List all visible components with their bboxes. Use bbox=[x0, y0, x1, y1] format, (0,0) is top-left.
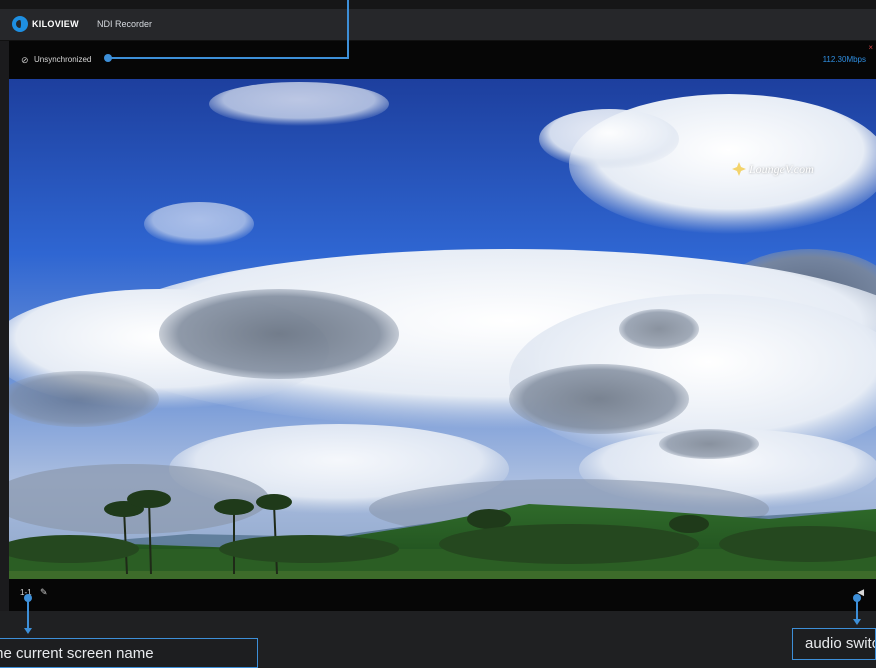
video-preview[interactable]: LoungeV.com bbox=[9, 79, 876, 579]
status-bar: ⊘ Unsynchronized 112.30Mbps × bbox=[9, 41, 876, 79]
sync-status-icon: ⊘ bbox=[21, 55, 29, 65]
arrow-down-icon bbox=[24, 628, 32, 634]
top-strip bbox=[0, 0, 876, 9]
kiloview-logo: KILOVIEW bbox=[12, 15, 79, 33]
callout-line-screen bbox=[27, 598, 29, 628]
callout-screen-name: Edit the current screen name bbox=[0, 638, 258, 668]
edit-icon[interactable]: ✎ bbox=[40, 587, 48, 598]
callout-audio-text: audio switch bbox=[805, 635, 875, 652]
brand-name: KILOVIEW bbox=[32, 19, 79, 29]
callout-audio-switch: audio switch bbox=[792, 628, 876, 660]
kiloview-logo-icon bbox=[12, 16, 28, 32]
callout-line-sync-v bbox=[347, 0, 349, 59]
title-bar: KILOVIEW NDI Recorder bbox=[0, 0, 876, 41]
callout-line-sync-h bbox=[108, 57, 349, 59]
app-title: NDI Recorder bbox=[97, 19, 153, 29]
watermark-text: LoungeV.com bbox=[749, 162, 814, 176]
callout-line-audio bbox=[856, 598, 858, 619]
bitrate-readout: 112.30Mbps bbox=[822, 55, 866, 64]
callout-screen-name-text: Edit the current screen name bbox=[0, 645, 154, 662]
video-viewer: ⊘ Unsynchronized 112.30Mbps × LoungeV.co… bbox=[9, 41, 876, 611]
close-icon[interactable]: × bbox=[868, 43, 873, 52]
arrow-down-icon bbox=[853, 619, 861, 625]
sync-status-text: Unsynchronized bbox=[34, 55, 92, 64]
control-bar: 1-1 ✎ ◀ bbox=[9, 579, 876, 611]
sky-landscape-image bbox=[9, 79, 876, 579]
